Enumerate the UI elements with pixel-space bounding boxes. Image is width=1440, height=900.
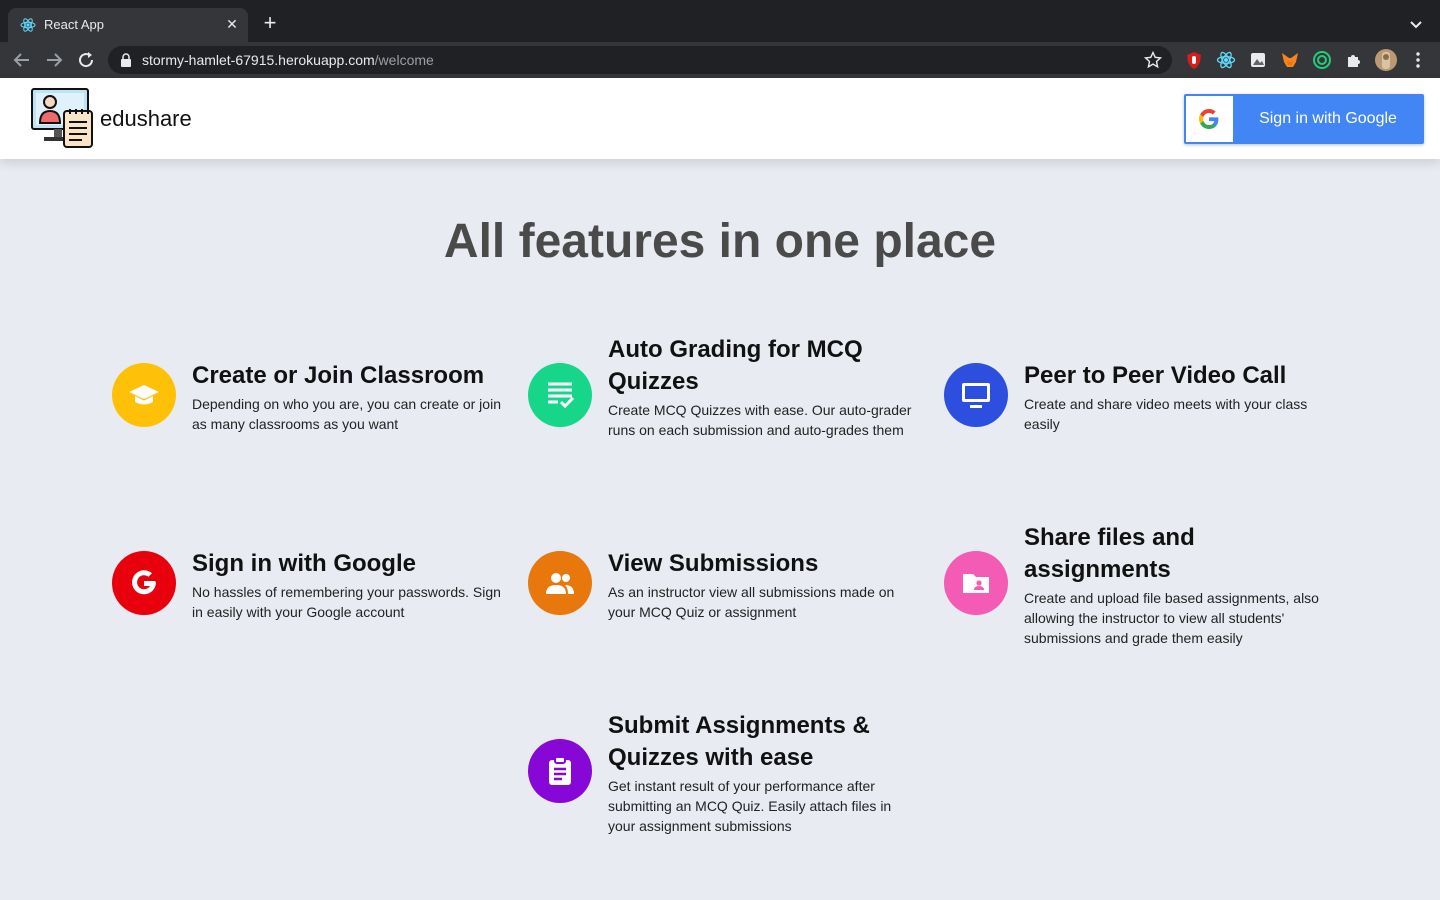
react-icon [20, 18, 36, 32]
feature-icon-circle [528, 363, 592, 427]
bookmark-star-icon[interactable] [1144, 51, 1162, 69]
extensions-puzzle-icon[interactable] [1344, 50, 1364, 70]
feature-description: Depending on who you are, you can create… [192, 396, 501, 432]
edushare-logo-icon[interactable] [30, 87, 94, 149]
feature-text: Sign in with Google No hassles of rememb… [192, 548, 502, 622]
feature-text: Auto Grading for MCQ Quizzes Create MCQ … [608, 334, 918, 440]
url-text: stormy-hamlet-67915.herokuapp.com/welcom… [142, 52, 434, 68]
tab-search-chevron-icon[interactable] [1406, 14, 1426, 34]
browser-menu-icon[interactable] [1408, 50, 1428, 70]
feature-icon-circle [944, 551, 1008, 615]
feature-title: Sign in with Google [192, 550, 416, 577]
forward-icon[interactable] [42, 48, 66, 72]
feature-icon-circle [944, 363, 1008, 427]
google-icon-box [1186, 96, 1233, 142]
feature-icon-circle [112, 551, 176, 615]
browser-toolbar: stormy-hamlet-67915.herokuapp.com/welcom… [0, 42, 1440, 78]
feature-title: View Submissions [608, 550, 819, 577]
feature-icon-circle [528, 739, 592, 803]
feature-title: Auto Grading for MCQ Quizzes [608, 336, 863, 395]
lock-icon[interactable] [120, 53, 132, 67]
page-title: All features in one place [443, 215, 997, 268]
feature-description: As an instructor view all submissions ma… [608, 584, 895, 620]
feature-title: Share files and assignments [1024, 524, 1195, 583]
feature-description: Get instant result of your performance a… [608, 778, 892, 834]
checklist-icon [548, 382, 575, 409]
url-host: stormy-hamlet-67915.herokuapp.com [142, 52, 375, 68]
image-extension-icon[interactable] [1248, 50, 1268, 70]
profile-avatar-icon[interactable] [1375, 49, 1397, 71]
react-devtools-extension-icon[interactable] [1216, 50, 1236, 70]
circle-target-extension-icon[interactable] [1312, 50, 1332, 70]
feature-text: View Submissions As an instructor view a… [608, 548, 918, 622]
browser-tab[interactable]: React App ✕ [8, 8, 248, 42]
feature-text: Peer to Peer Video Call Create and share… [1024, 360, 1334, 434]
feature-description: Create and share video meets with your c… [1024, 396, 1308, 432]
browser-tab-bar: React App ✕ + [0, 0, 1440, 42]
sign-in-button-label: Sign in with Google [1259, 110, 1397, 127]
people-icon [546, 573, 574, 594]
brand-name[interactable]: edushare [100, 106, 192, 132]
feature-title: Peer to Peer Video Call [1024, 362, 1287, 389]
feature-description: No hassles of remembering your passwords… [192, 584, 501, 620]
feature-description: Create and upload file based assignments… [1024, 590, 1319, 646]
reload-icon[interactable] [74, 48, 98, 72]
tab-title: React App [44, 17, 104, 32]
monitor-icon [962, 383, 990, 408]
feature-text: Submit Assignments & Quizzes with ease G… [608, 710, 918, 836]
new-tab-icon[interactable]: + [258, 12, 282, 36]
feature-text: Share files and assignments Create and u… [1024, 522, 1334, 648]
address-bar[interactable]: stormy-hamlet-67915.herokuapp.com/welcom… [108, 46, 1172, 74]
graduation-cap-icon [129, 385, 159, 405]
clipboard-icon [549, 756, 571, 785]
google-g-icon [132, 570, 156, 595]
feature-description: Create MCQ Quizzes with ease. Our auto-g… [608, 402, 912, 438]
metamask-extension-icon[interactable] [1280, 50, 1300, 70]
url-path: /welcome [374, 52, 434, 68]
feature-text: Create or Join Classroom Depending on wh… [192, 360, 502, 434]
app-header: edushare Sign in with Google [0, 78, 1440, 159]
feature-title: Submit Assignments & Quizzes with ease [608, 712, 870, 771]
back-icon[interactable] [10, 48, 34, 72]
ublock-extension-icon[interactable] [1184, 50, 1204, 70]
feature-title: Create or Join Classroom [192, 362, 485, 389]
google-logo-icon [1199, 109, 1219, 129]
shared-folder-icon [963, 574, 989, 593]
feature-icon-circle [112, 363, 176, 427]
close-tab-icon[interactable]: ✕ [222, 14, 242, 34]
sign-in-with-google-button[interactable]: Sign in with Google [1184, 94, 1424, 144]
feature-icon-circle [528, 551, 592, 615]
